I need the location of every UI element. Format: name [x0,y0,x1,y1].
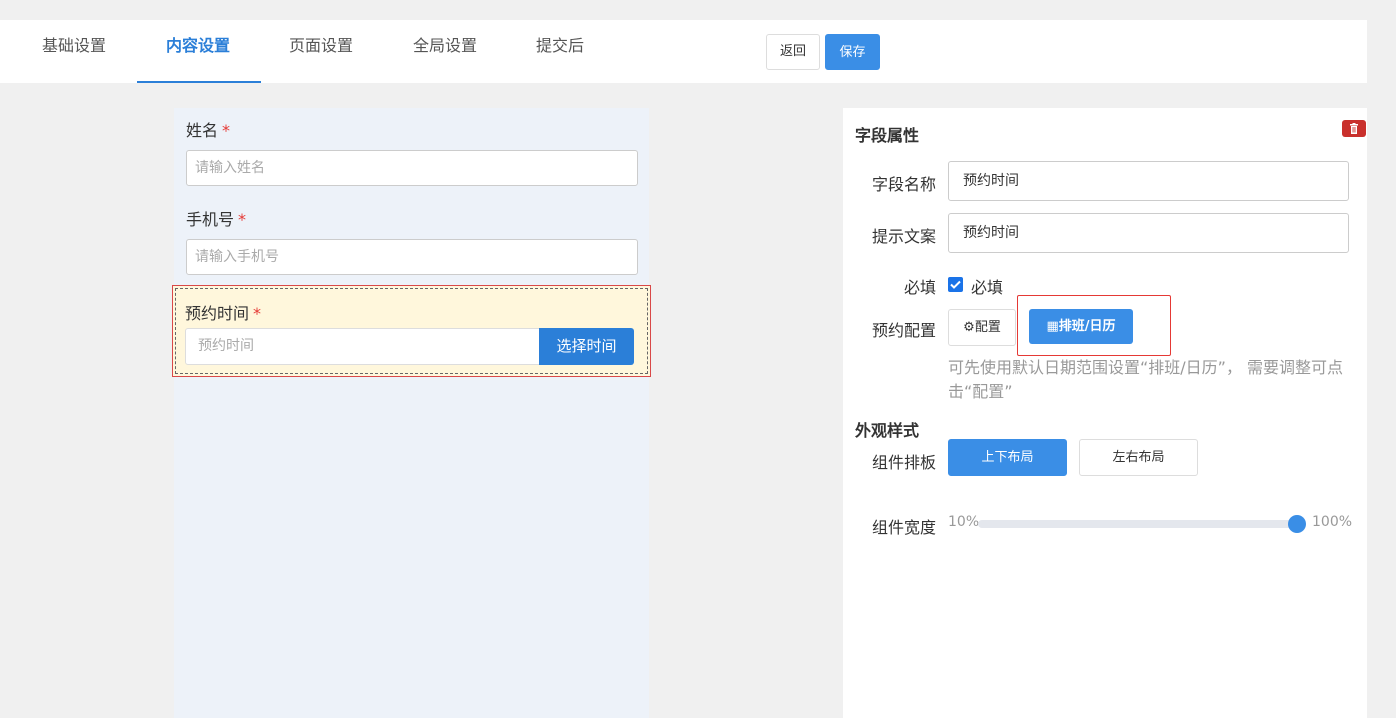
field-name-label: 字段名称 [871,175,936,194]
active-tab-indicator [137,81,261,83]
appearance-section-title: 外观样式 [855,421,920,440]
calendar-button[interactable]: ▦排班/日历 [1029,309,1133,344]
select-time-button[interactable]: 选择时间 [539,328,634,365]
field-label: 手机号 * [186,209,638,231]
booking-hint-text: 可先使用默认日期范围设置“排班/日历”， 需要调整可点击“配置” [948,358,1344,401]
top-tab-bar: 基础设置 内容设置 页面设置 全局设置 提交后 返回 保存 [0,20,1367,83]
field-name-input[interactable]: 预约时间 [948,161,1349,201]
slider-min-label: 10% [948,514,980,530]
gear-icon: ⚙ [963,320,975,335]
field-properties-panel: 字段属性 字段名称 预约时间 提示文案 预约时间 必填 必填 预约配置 ⚙配置 … [843,108,1367,718]
tab-page-settings[interactable]: 页面设置 [289,20,353,83]
booking-config-label: 预约配置 [871,321,936,340]
hint-text-label: 提示文案 [871,227,936,246]
required-mark: * [238,210,247,229]
field-label: 姓名 * [186,120,638,142]
selected-field-booking-time[interactable]: 预约时间 * 预约时间 选择时间 [172,285,651,377]
calendar-icon: ▦ [1046,319,1059,334]
phone-input[interactable]: 请输入手机号 [186,239,638,275]
save-button[interactable]: 保存 [825,34,880,70]
layout-label: 组件排板 [871,453,936,472]
field-label-text: 姓名 [186,121,219,140]
width-label: 组件宽度 [871,518,936,537]
panel-title: 字段属性 [855,126,920,145]
hint-text-input[interactable]: 预约时间 [948,213,1349,253]
calendar-button-label: 排班/日历 [1058,319,1116,334]
slider-max-label: 100% [1312,514,1353,530]
back-button[interactable]: 返回 [766,34,820,70]
width-slider-thumb[interactable] [1288,515,1306,533]
config-button[interactable]: ⚙配置 [948,309,1016,346]
tab-global-settings[interactable]: 全局设置 [413,20,477,83]
required-mark: * [222,121,231,140]
tab-content-settings[interactable]: 内容设置 [166,20,230,83]
form-canvas: 姓名 * 请输入姓名 手机号 * 请输入手机号 预约时间 * 预约时间 选择时间 [172,108,651,718]
field-label-text: 手机号 [186,210,235,229]
required-mark: * [253,304,262,323]
trash-icon[interactable] [1342,120,1366,137]
layout-vertical-button[interactable]: 上下布局 [948,439,1067,476]
booking-time-input[interactable]: 预约时间 [185,328,541,365]
tab-basic-settings[interactable]: 基础设置 [42,20,106,83]
form-field-phone[interactable]: 手机号 * 请输入手机号 [186,209,638,275]
form-field-name[interactable]: 姓名 * 请输入姓名 [186,120,638,186]
field-label: 预约时间 * [185,300,261,324]
required-checkbox-label[interactable]: 必填 [971,274,1003,298]
width-slider-track[interactable] [978,515,1306,533]
config-button-label: 配置 [974,320,1001,335]
required-label: 必填 [903,278,936,297]
name-input[interactable]: 请输入姓名 [186,150,638,186]
field-label-text: 预约时间 [185,304,250,323]
required-checkbox[interactable] [948,277,963,292]
tab-after-submit[interactable]: 提交后 [536,20,584,83]
layout-horizontal-button[interactable]: 左右布局 [1079,439,1198,476]
